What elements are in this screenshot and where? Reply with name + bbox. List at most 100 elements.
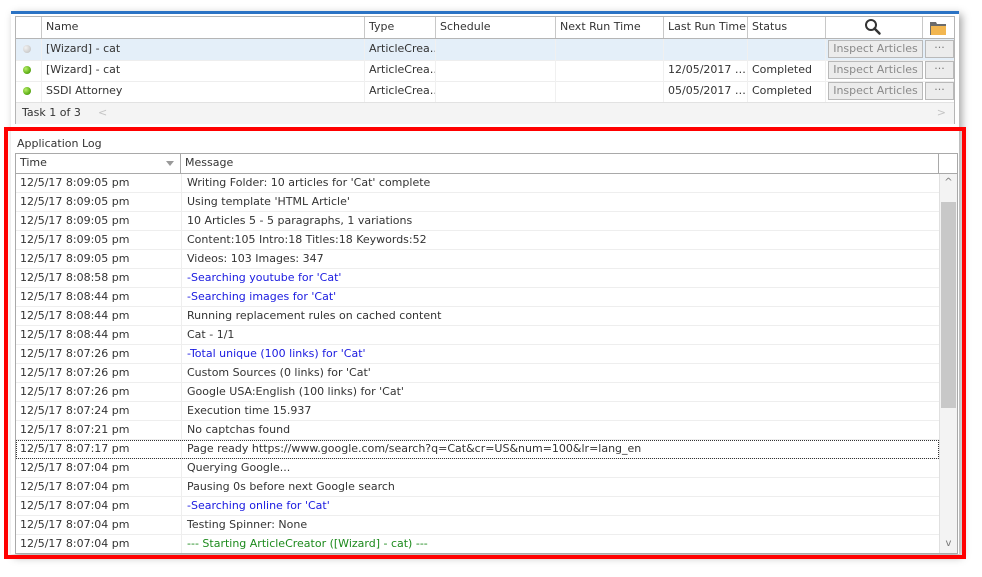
scroll-down-icon[interactable]: v (940, 535, 957, 553)
task-status (748, 39, 826, 60)
log-row[interactable]: 12/5/17 8:07:17 pm Page ready https://www… (16, 440, 939, 459)
column-divider (181, 478, 182, 496)
folder-icon[interactable] (930, 21, 946, 35)
column-divider (181, 440, 182, 458)
more-options-button[interactable]: ··· (925, 40, 954, 58)
search-column-header[interactable] (826, 17, 923, 38)
col-schedule-header[interactable]: Schedule (436, 17, 556, 38)
log-time: 12/5/17 8:09:05 pm (20, 214, 130, 227)
column-divider (181, 269, 182, 287)
log-row[interactable]: 12/5/17 8:07:26 pm Custom Sources (0 link… (16, 364, 939, 383)
log-message: Content:105 Intro:18 Titles:18 Keywords:… (187, 233, 427, 246)
log-time: 12/5/17 8:07:26 pm (20, 366, 130, 379)
log-message: Testing Spinner: None (187, 518, 308, 531)
task-schedule (436, 39, 556, 60)
log-time: 12/5/17 8:07:24 pm (20, 404, 130, 417)
col-name-header[interactable]: Name (42, 17, 365, 38)
log-vertical-scrollbar[interactable]: ^ v (939, 174, 957, 553)
search-icon[interactable] (864, 18, 882, 36)
more-options-button[interactable]: ··· (925, 61, 954, 79)
log-row[interactable]: 12/5/17 8:07:24 pm Execution time 15.937 (16, 402, 939, 421)
status-grey-dot-icon (23, 45, 31, 53)
log-row[interactable]: 12/5/17 8:07:04 pm -Searching online for … (16, 497, 939, 516)
log-row[interactable]: 12/5/17 8:08:58 pm -Searching youtube for… (16, 269, 939, 288)
col-next-run-header[interactable]: Next Run Time (556, 17, 664, 38)
log-time: 12/5/17 8:08:44 pm (20, 290, 130, 303)
log-row[interactable]: 12/5/17 8:07:04 pm Querying Google... (16, 459, 939, 478)
column-divider (181, 535, 182, 553)
log-time: 12/5/17 8:07:26 pm (20, 385, 130, 398)
task-grid-footer: Task 1 of 3 < > (16, 102, 954, 124)
task-grid-header: Name Type Schedule Next Run Time Last Ru… (16, 17, 954, 39)
task-type: ArticleCrea… (365, 81, 436, 102)
task-next-run (556, 60, 664, 81)
column-divider (181, 497, 182, 515)
application-log-grid: Time Message 12/5/17 8:09:05 pm Writing F… (15, 153, 958, 554)
scroll-up-icon[interactable]: ^ (940, 174, 957, 192)
sort-desc-icon[interactable] (166, 161, 174, 166)
log-row[interactable]: 12/5/17 8:09:05 pm Videos: 103 Images: 34… (16, 250, 939, 269)
task-last-run: 12/05/2017 … (664, 60, 748, 81)
task-row[interactable]: SSDI Attorney ArticleCrea… 05/05/2017 … Com… (16, 81, 954, 103)
status-cell (16, 60, 42, 81)
log-title: Application Log (17, 137, 102, 150)
task-name: SSDI Attorney (42, 81, 365, 102)
log-row[interactable]: 12/5/17 8:08:44 pm Cat - 1/1 (16, 326, 939, 345)
log-time: 12/5/17 8:09:05 pm (20, 176, 130, 189)
log-time: 12/5/17 8:09:05 pm (20, 233, 130, 246)
task-schedule (436, 60, 556, 81)
log-message: Page ready https://www.google.com/search… (187, 442, 642, 455)
column-divider (181, 459, 182, 477)
task-type: ArticleCrea… (365, 60, 436, 81)
col-message-header[interactable]: Message (181, 154, 939, 173)
task-last-run (664, 39, 748, 60)
log-message: -Total unique (100 links) for 'Cat' (187, 347, 366, 360)
col-type-header[interactable]: Type (365, 17, 436, 38)
col-time-header[interactable]: Time (16, 154, 181, 173)
log-row[interactable]: 12/5/17 8:07:26 pm Google USA:English (10… (16, 383, 939, 402)
log-time: 12/5/17 8:07:04 pm (20, 518, 130, 531)
task-count: Task 1 of 3 (22, 106, 81, 119)
more-options-button[interactable]: ··· (925, 82, 954, 100)
log-row[interactable]: 12/5/17 8:09:05 pm Content:105 Intro:18 T… (16, 231, 939, 250)
log-row[interactable]: 12/5/17 8:08:44 pm -Searching images for … (16, 288, 939, 307)
log-message: -Searching youtube for 'Cat' (187, 271, 342, 284)
column-divider (181, 364, 182, 382)
log-time: 12/5/17 8:07:17 pm (20, 442, 130, 455)
col-status-text-header[interactable]: Status (748, 17, 826, 38)
task-grid: Name Type Schedule Next Run Time Last Ru… (15, 16, 955, 124)
scrollbar-thumb[interactable] (941, 202, 956, 409)
log-row[interactable]: 12/5/17 8:07:26 pm -Total unique (100 lin… (16, 345, 939, 364)
log-message: -Searching online for 'Cat' (187, 499, 330, 512)
scroll-left-button[interactable]: < (98, 103, 107, 123)
task-row[interactable]: [Wizard] - cat ArticleCrea… 12/05/2017 … Co… (16, 60, 954, 82)
inspect-articles-button[interactable]: Inspect Articles (828, 61, 923, 79)
inspect-articles-button[interactable]: Inspect Articles (828, 40, 923, 58)
column-divider (181, 516, 182, 534)
inspect-articles-button[interactable]: Inspect Articles (828, 82, 923, 100)
folder-column-header[interactable] (923, 17, 954, 38)
log-message: Querying Google... (187, 461, 291, 474)
log-row[interactable]: 12/5/17 8:08:44 pm Running replacement ru… (16, 307, 939, 326)
task-type: ArticleCrea… (365, 39, 436, 60)
log-message: Execution time 15.937 (187, 404, 312, 417)
task-status: Completed (748, 81, 826, 102)
col-last-run-header[interactable]: Last Run Time (664, 17, 748, 38)
log-message: Running replacement rules on cached cont… (187, 309, 442, 322)
task-row[interactable]: [Wizard] - cat ArticleCrea… Inspect Articl… (16, 39, 954, 61)
task-name: [Wizard] - cat (42, 39, 365, 60)
log-time: 12/5/17 8:08:44 pm (20, 328, 130, 341)
col-status-header[interactable] (16, 17, 42, 38)
log-row[interactable]: 12/5/17 8:07:21 pm No captchas found (16, 421, 939, 440)
column-divider (181, 193, 182, 211)
log-row[interactable]: 12/5/17 8:07:04 pm --- Starting ArticleCr… (16, 535, 939, 553)
log-row[interactable]: 12/5/17 8:07:04 pm Pausing 0s before next… (16, 478, 939, 497)
log-row[interactable]: 12/5/17 8:07:04 pm Testing Spinner: None (16, 516, 939, 535)
log-row[interactable]: 12/5/17 8:09:05 pm Writing Folder: 10 art… (16, 174, 939, 193)
log-row[interactable]: 12/5/17 8:09:05 pm Using template 'HTML A… (16, 193, 939, 212)
log-time: 12/5/17 8:07:04 pm (20, 461, 130, 474)
column-divider (181, 421, 182, 439)
scroll-right-button[interactable]: > (937, 103, 946, 123)
log-row[interactable]: 12/5/17 8:09:05 pm 10 Articles 5 - 5 para… (16, 212, 939, 231)
column-divider (181, 212, 182, 230)
